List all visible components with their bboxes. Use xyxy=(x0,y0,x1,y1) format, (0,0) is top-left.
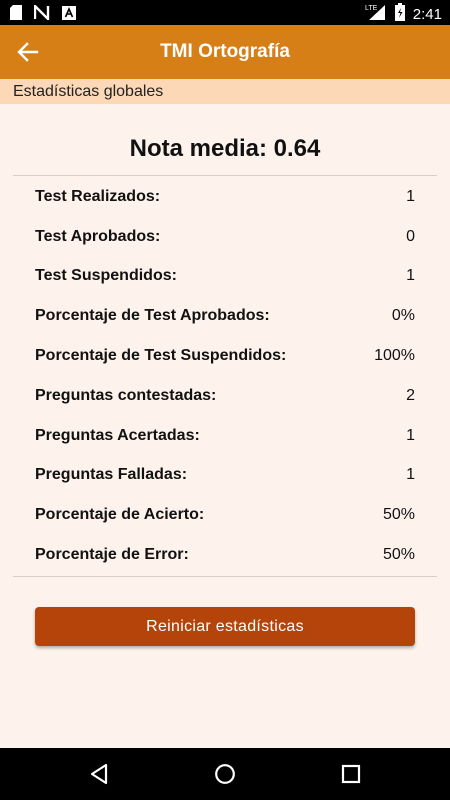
stat-value: 50% xyxy=(382,546,415,564)
stat-label: Porcentaje de Test Suspendidos: xyxy=(35,347,287,365)
nav-home-button[interactable] xyxy=(212,761,238,787)
stat-label: Test Aprobados: xyxy=(35,227,161,245)
stat-label: Preguntas Acertadas: xyxy=(35,426,200,444)
n-icon xyxy=(33,3,50,25)
navigation-bar xyxy=(0,748,450,800)
stat-row: Preguntas Falladas: 1 xyxy=(35,456,415,496)
status-right-icons: LTE 2:41 xyxy=(365,3,442,26)
nav-recents-button[interactable] xyxy=(338,761,364,787)
divider-bottom xyxy=(13,576,437,577)
stat-value: 1 xyxy=(406,466,415,484)
stat-row: Porcentaje de Error: 50% xyxy=(35,535,415,575)
average-value: 0.64 xyxy=(273,135,321,162)
a-icon xyxy=(62,5,76,25)
nav-back-button[interactable] xyxy=(86,761,112,787)
recents-square-icon xyxy=(341,764,361,784)
app-bar: TMI Ortografía xyxy=(0,25,450,79)
stats-list: Test Realizados: 1 Test Aprobados: 0 Test Su… xyxy=(35,177,415,575)
home-circle-icon xyxy=(215,764,235,784)
stat-value: 1 xyxy=(406,187,415,205)
stat-value: 0% xyxy=(391,307,415,325)
network-label: LTE xyxy=(365,5,378,12)
stat-row: Test Realizados: 1 xyxy=(35,177,415,217)
average-score: Nota media: 0.64 xyxy=(0,135,450,163)
stat-row: Porcentaje de Acierto: 50% xyxy=(35,495,415,535)
reset-stats-button[interactable]: Reiniciar estadísticas xyxy=(35,607,415,646)
stat-row: Test Suspendidos: 1 xyxy=(35,257,415,297)
signal-icon: LTE xyxy=(365,3,387,26)
stat-value: 50% xyxy=(382,506,415,524)
stat-label: Porcentaje de Test Aprobados: xyxy=(35,307,270,325)
stat-value: 0 xyxy=(406,227,415,245)
section-header: Estadísticas globales xyxy=(0,79,450,104)
section-title: Estadísticas globales xyxy=(13,83,164,100)
status-left-icons xyxy=(10,3,76,25)
status-bar: LTE 2:41 xyxy=(0,0,450,25)
sd-card-icon xyxy=(10,5,22,25)
stat-row: Preguntas contestadas: 2 xyxy=(35,376,415,416)
stat-row: Test Aprobados: 0 xyxy=(35,217,415,257)
divider-top xyxy=(13,175,437,176)
average-label: Nota media: xyxy=(129,135,267,162)
stat-row: Preguntas Acertadas: 1 xyxy=(35,416,415,456)
clock: 2:41 xyxy=(412,6,442,23)
stat-value: 1 xyxy=(406,267,415,285)
stat-label: Test Realizados: xyxy=(35,187,161,205)
stat-label: Porcentaje de Acierto: xyxy=(35,506,205,524)
stat-label: Preguntas contestadas: xyxy=(35,386,217,404)
stat-label: Preguntas Falladas: xyxy=(35,466,188,484)
battery-icon xyxy=(394,3,405,26)
stat-value: 1 xyxy=(406,426,415,444)
back-triangle-icon xyxy=(90,763,108,785)
stat-value: 2 xyxy=(406,386,415,404)
app-title: TMI Ortografía xyxy=(160,41,290,62)
stat-value: 100% xyxy=(374,347,415,365)
stat-label: Porcentaje de Error: xyxy=(35,546,189,564)
stat-row: Porcentaje de Test Suspendidos: 100% xyxy=(35,336,415,376)
stat-label: Test Suspendidos: xyxy=(35,267,177,285)
stat-row: Porcentaje de Test Aprobados: 0% xyxy=(35,296,415,336)
